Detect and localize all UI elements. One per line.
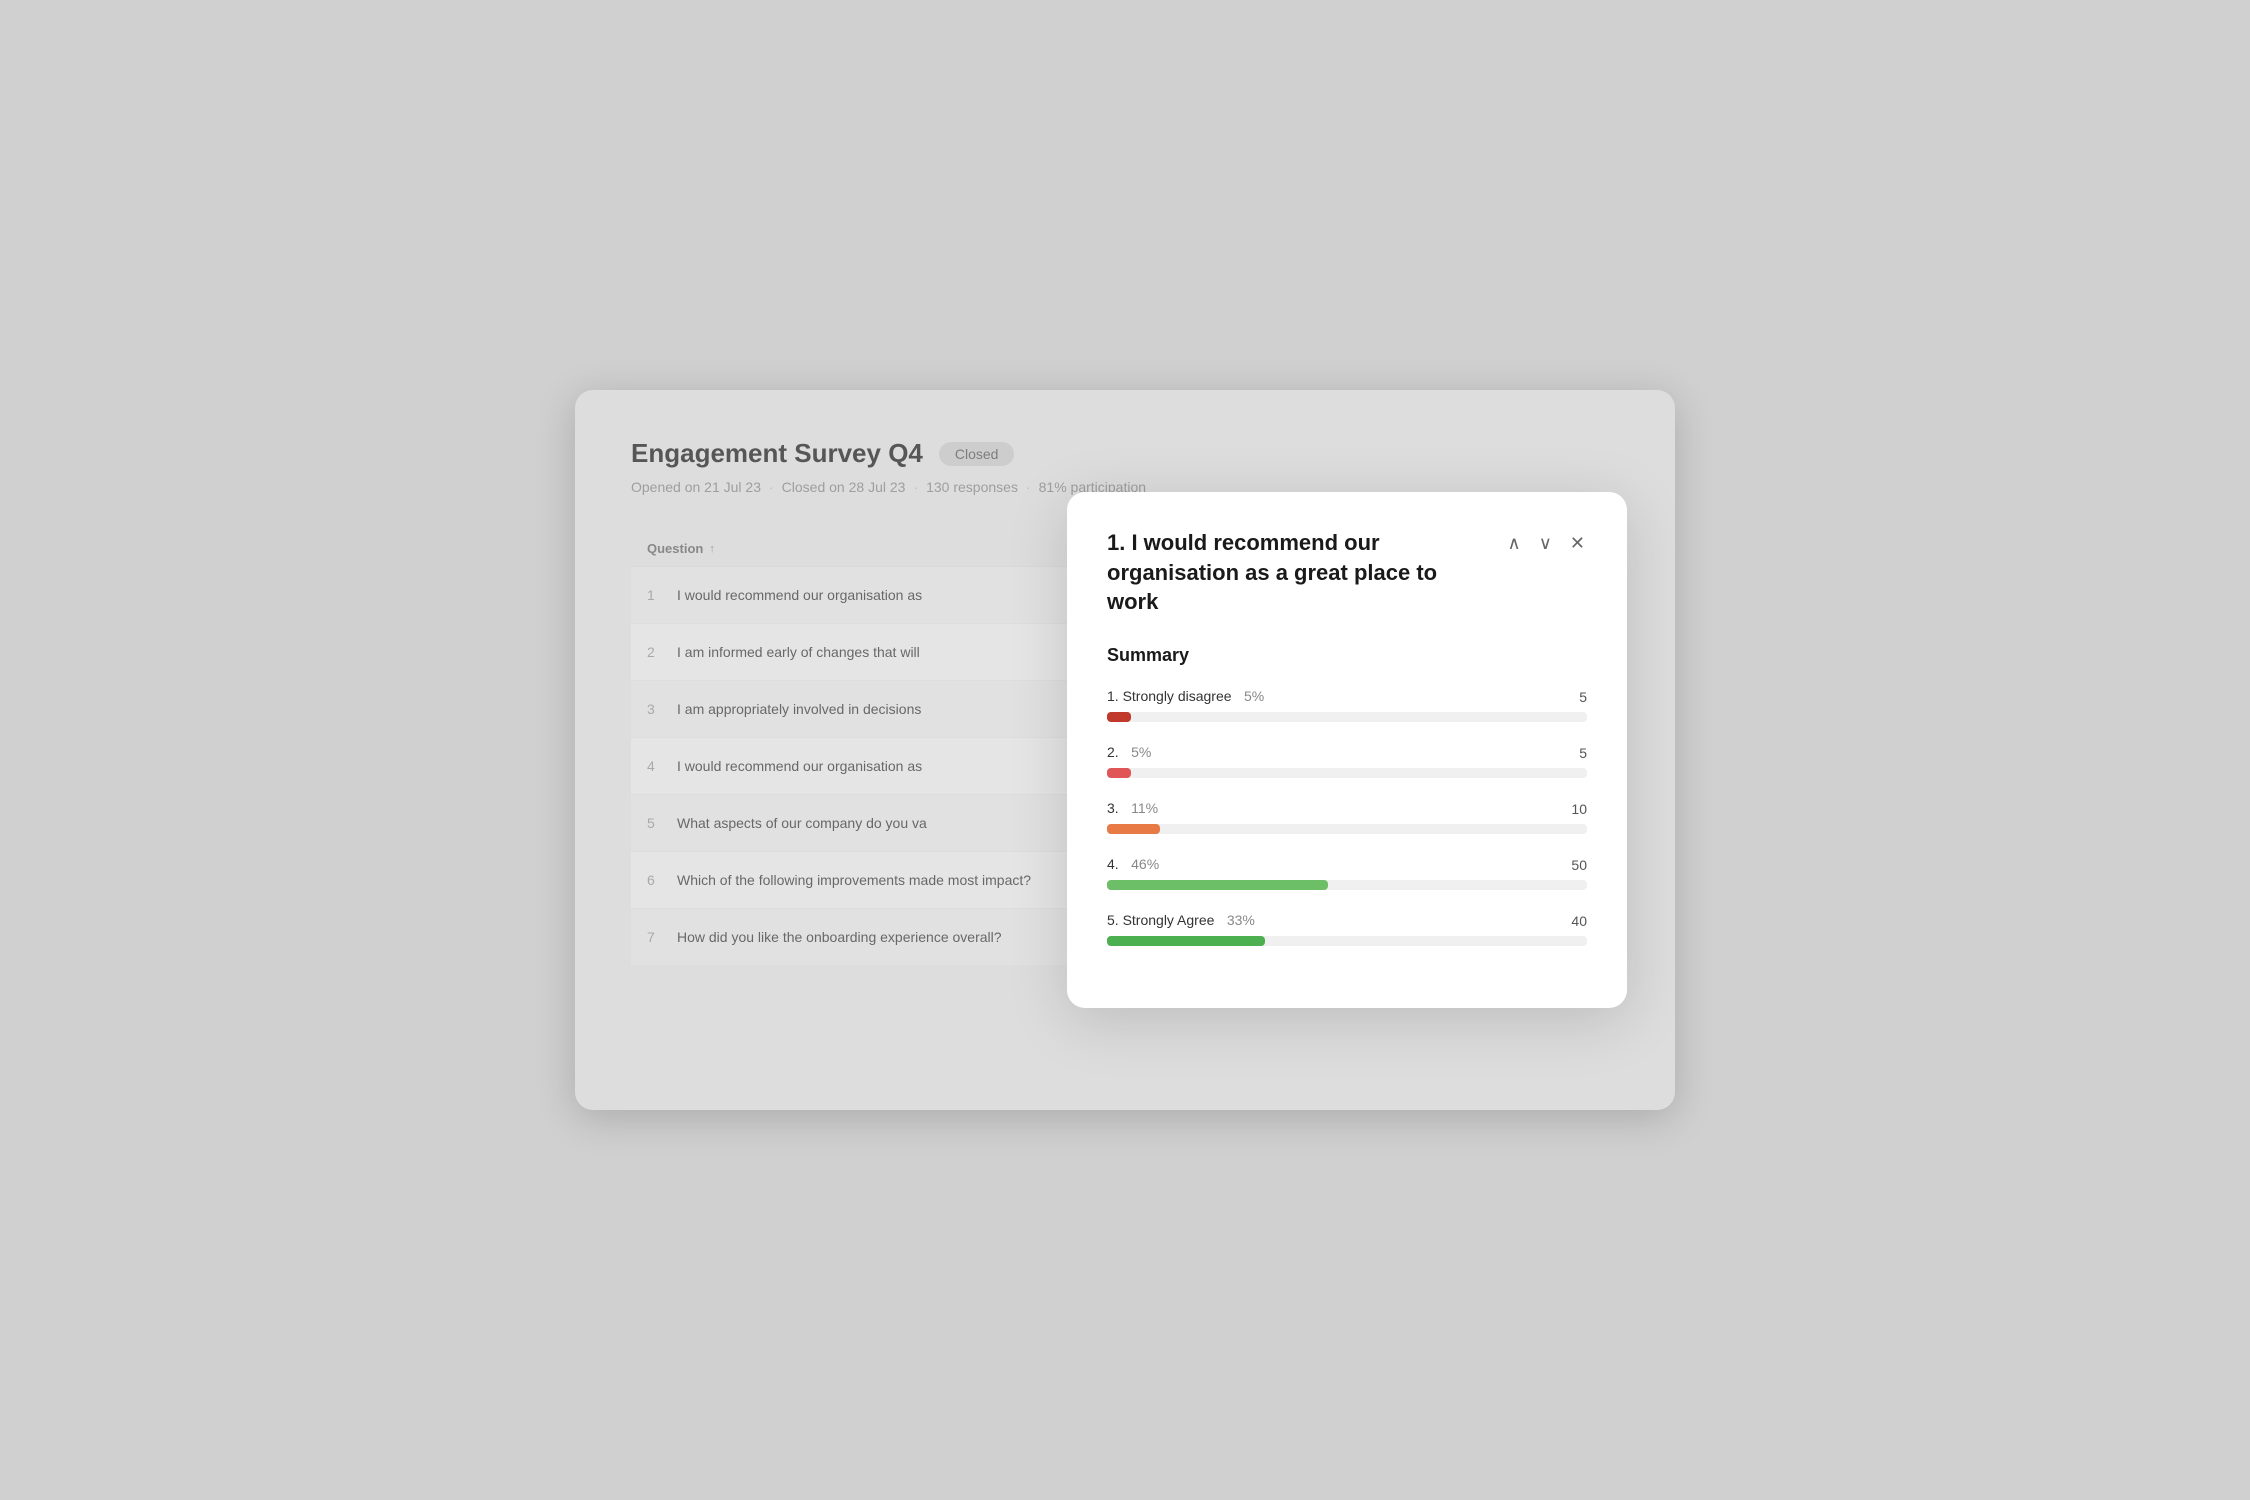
response-row-5: 5. Strongly Agree 33% 40 [1107, 912, 1587, 946]
app-container: Engagement Survey Q4 Closed Opened on 21… [575, 390, 1675, 1110]
response-row-3: 3. 11% 10 [1107, 800, 1587, 834]
response-label: 5. Strongly Agree 33% [1107, 912, 1255, 930]
bar-fill [1107, 712, 1131, 722]
bar-fill [1107, 824, 1160, 834]
response-label: 1. Strongly disagree 5% [1107, 688, 1264, 706]
response-meta: 1. Strongly disagree 5% 5 [1107, 688, 1587, 706]
bar-track [1107, 880, 1587, 890]
response-label: 3. 11% [1107, 800, 1158, 818]
response-label: 2. 5% [1107, 744, 1151, 762]
response-row-4: 4. 46% 50 [1107, 856, 1587, 890]
detail-modal: 1. I would recommend our organisation as… [1067, 492, 1627, 1008]
modal-controls: ∧ ∨ ✕ [1506, 532, 1587, 554]
bar-track [1107, 712, 1587, 722]
response-meta: 5. Strongly Agree 33% 40 [1107, 912, 1587, 930]
response-count: 5 [1579, 745, 1587, 761]
bar-track [1107, 824, 1587, 834]
close-button[interactable]: ✕ [1568, 532, 1587, 554]
bar-fill [1107, 880, 1328, 890]
bar-track [1107, 936, 1587, 946]
response-count: 10 [1571, 801, 1587, 817]
responses-list: 1. Strongly disagree 5% 5 2. 5% [1107, 688, 1587, 946]
response-row-1: 1. Strongly disagree 5% 5 [1107, 688, 1587, 722]
modal-top: 1. I would recommend our organisation as… [1107, 528, 1587, 617]
response-meta: 4. 46% 50 [1107, 856, 1587, 874]
response-count: 50 [1571, 857, 1587, 873]
bar-fill [1107, 936, 1265, 946]
response-meta: 2. 5% 5 [1107, 744, 1587, 762]
prev-button[interactable]: ∧ [1506, 532, 1523, 554]
modal-overlay: 1. I would recommend our organisation as… [575, 390, 1675, 1110]
bar-track [1107, 768, 1587, 778]
next-button[interactable]: ∨ [1537, 532, 1554, 554]
response-count: 5 [1579, 689, 1587, 705]
modal-title: 1. I would recommend our organisation as… [1107, 528, 1487, 617]
response-meta: 3. 11% 10 [1107, 800, 1587, 818]
response-row-2: 2. 5% 5 [1107, 744, 1587, 778]
bar-fill [1107, 768, 1131, 778]
section-label: Summary [1107, 645, 1587, 666]
response-label: 4. 46% [1107, 856, 1159, 874]
response-count: 40 [1571, 913, 1587, 929]
